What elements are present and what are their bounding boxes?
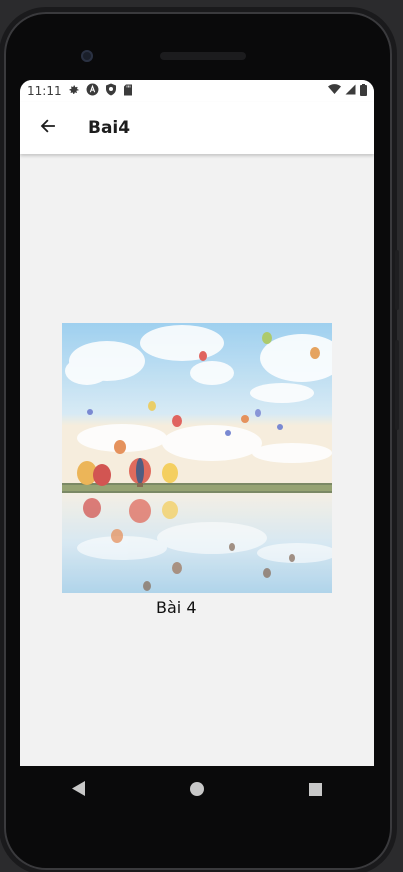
- sd-card-icon: [123, 84, 133, 99]
- battery-icon: [360, 83, 367, 99]
- square-recents-icon: [308, 781, 322, 800]
- image-caption: Bài 4: [156, 598, 197, 617]
- app-screen: 11:11 Bai4 Bài 4: [20, 80, 374, 766]
- signal-icon: [345, 84, 356, 98]
- shield-icon: [105, 83, 117, 99]
- front-camera: [81, 50, 93, 62]
- nav-back-button[interactable]: [55, 770, 103, 810]
- earpiece-speaker: [160, 52, 246, 60]
- circle-home-icon: [190, 781, 204, 800]
- nav-recents-button[interactable]: [291, 770, 339, 810]
- wifi-icon: [328, 84, 341, 98]
- power-button: [395, 250, 399, 310]
- page-title: Bai4: [88, 118, 131, 138]
- settings-icon: [68, 84, 80, 99]
- system-navigation-bar: [20, 766, 374, 814]
- back-button[interactable]: [24, 104, 72, 152]
- app-bar: Bai4: [20, 102, 374, 154]
- balloon-landscape-image: [62, 323, 332, 593]
- triangle-back-icon: [72, 780, 86, 800]
- content-area: Bài 4: [20, 154, 374, 766]
- status-bar: 11:11: [20, 80, 374, 102]
- nav-home-button[interactable]: [173, 770, 221, 810]
- accessibility-icon: [86, 83, 99, 99]
- arrow-back-icon: [39, 117, 57, 139]
- volume-button: [395, 340, 399, 430]
- status-time: 11:11: [27, 84, 62, 98]
